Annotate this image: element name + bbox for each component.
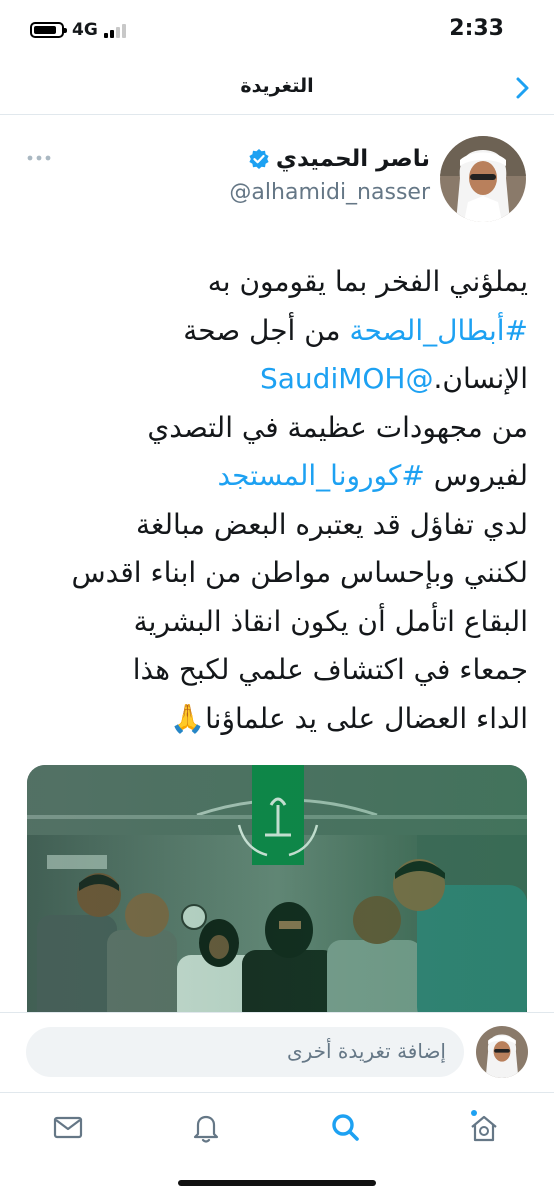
back-chevron-icon[interactable] (508, 74, 536, 102)
nav-header: التغريدة (0, 62, 554, 115)
more-options-icon[interactable] (26, 153, 52, 163)
battery-icon (30, 22, 67, 38)
author-handle[interactable]: @alhamidi_nasser (229, 180, 430, 205)
tweet-link[interactable]: #أبطال_الصحة (349, 314, 528, 347)
tweet-link[interactable]: #كورونا_المستجد (217, 459, 424, 492)
tweet-text-segment: يملؤني الفخر بما يقومون به (207, 265, 528, 298)
tweet-line: لفيروس #كورونا_المستجد (24, 452, 528, 501)
tweet-text-segment: من مجهودات عظيمة في التصدي (147, 410, 528, 444)
tweet-text-segment: لفيروس (424, 459, 528, 492)
tweet-text-segment: الإنسان. (433, 362, 528, 395)
tweet-text: يملؤني الفخر بما يقومون به #أبطال_الصحة م… (24, 258, 529, 744)
tweet-text-segment: جمعاء في اكتشاف علمي لكبح هذا (132, 653, 528, 686)
messages-icon[interactable] (50, 1109, 86, 1145)
reply-placeholder: إضافة تغريدة أخرى (286, 1039, 446, 1063)
tweet-line: #أبطال_الصحة من أجل صحة (24, 307, 528, 356)
tweet-line: من مجهودات عظيمة في التصدي (24, 404, 528, 453)
user-avatar[interactable] (476, 1026, 528, 1078)
status-time: 2:33 (449, 16, 504, 41)
tweet-line: الإنسان.@SaudiMOH (24, 355, 528, 404)
notifications-icon[interactable] (188, 1109, 224, 1145)
tweet-text-segment: البقاع اتأمل أن يكون انقاذ البشرية (133, 604, 528, 638)
tweet-text-segment: الداء العضال على يد علماؤنا🙏 (170, 701, 528, 735)
home-icon[interactable] (466, 1109, 502, 1145)
reply-compose-bar: إضافة تغريدة أخرى (0, 1012, 554, 1093)
tweet-text-segment: لكنني وبإحساس مواطن من ابناء اقدس (71, 556, 529, 589)
tweet-text-segment: لدي تفاؤل قد يعتبره البعض مبالغة (136, 507, 528, 541)
tweet-line: لدي تفاؤل قد يعتبره البعض مبالغة (24, 501, 528, 550)
tweet-line: جمعاء في اكتشاف علمي لكبح هذا (24, 646, 528, 695)
tweet-line: يملؤني الفخر بما يقومون به (24, 258, 528, 307)
tweet-line: البقاع اتأمل أن يكون انقاذ البشرية (24, 598, 528, 647)
author-name-row[interactable]: ناصر الحميدي (248, 146, 430, 172)
author-avatar[interactable] (440, 136, 526, 222)
network-type: 4G (72, 20, 98, 40)
author-name[interactable]: ناصر الحميدي (276, 146, 430, 172)
status-bar: 4G 2:33 (0, 0, 554, 62)
reply-input[interactable]: إضافة تغريدة أخرى (26, 1027, 464, 1077)
signal-icon (104, 24, 128, 38)
tweet-line: الداء العضال على يد علماؤنا🙏 (24, 695, 528, 744)
verified-badge-icon (249, 149, 269, 169)
home-indicator[interactable] (178, 1180, 376, 1186)
tweet-text-segment: من أجل صحة (183, 313, 350, 347)
tweet-line: لكنني وبإحساس مواطن من ابناء اقدس (24, 549, 529, 598)
page-title: التغريدة (240, 75, 314, 97)
tweet-media-image[interactable] (27, 765, 527, 1025)
tweet-link[interactable]: @SaudiMOH (260, 362, 433, 395)
search-icon[interactable] (327, 1109, 363, 1145)
